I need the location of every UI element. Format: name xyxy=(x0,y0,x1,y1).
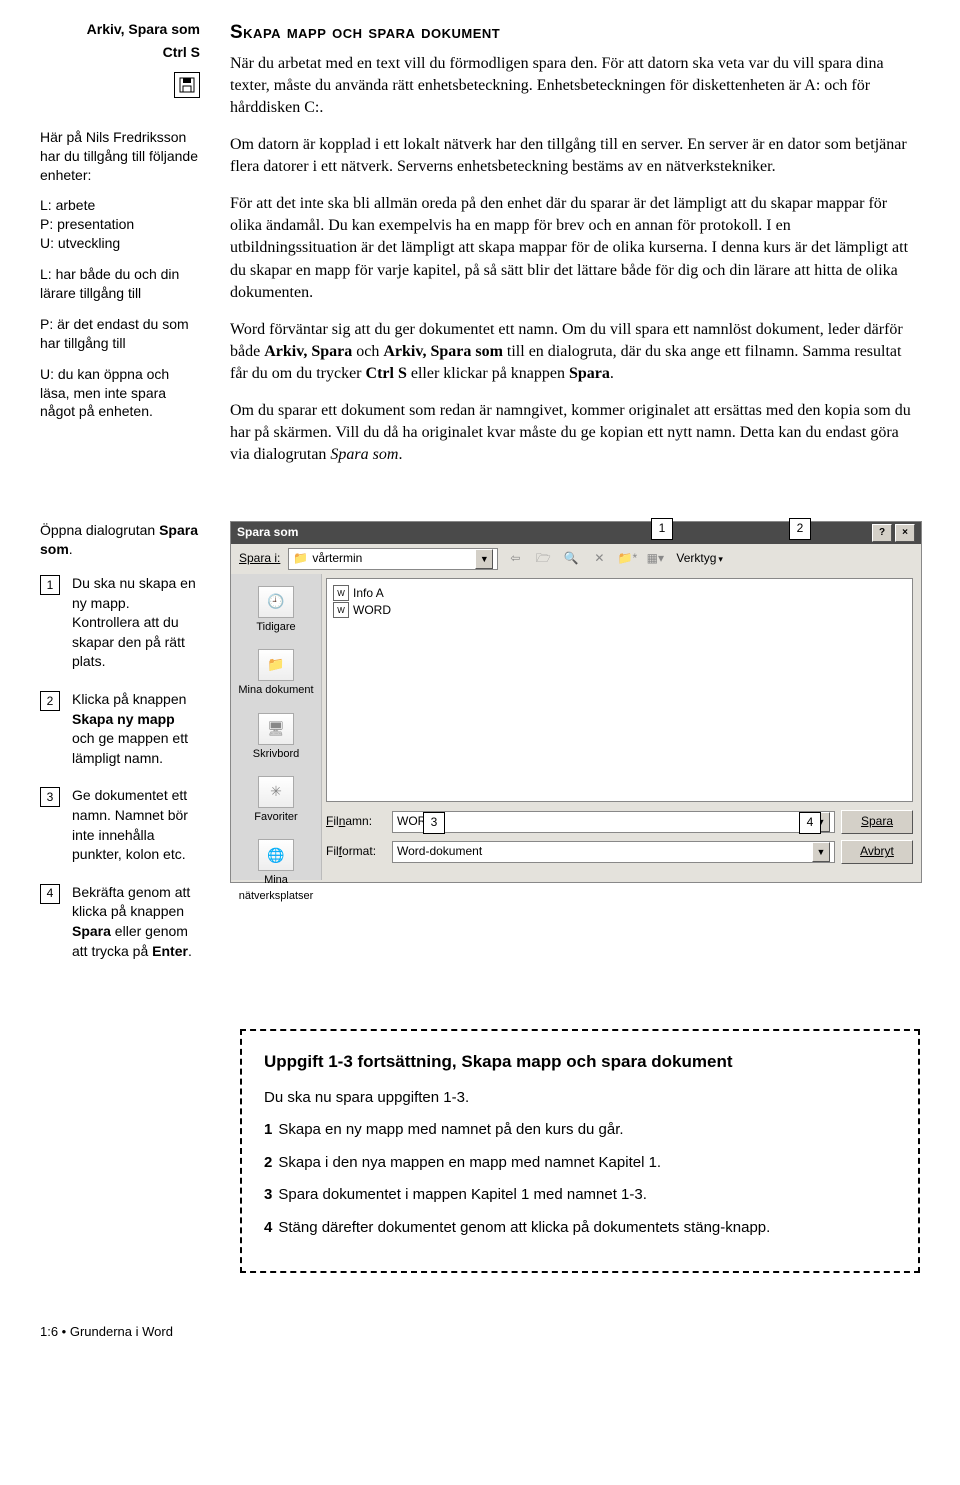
step-3: 3 Ge dokumentet ett namn. Namnet bör int… xyxy=(40,786,200,864)
side-drives: L: arbete P: presentation U: utveckling xyxy=(40,196,200,253)
history-icon: 🕘 xyxy=(258,586,294,618)
close-button[interactable]: × xyxy=(895,524,915,542)
step-number-3: 3 xyxy=(40,787,60,807)
main-text: Skapa mapp och spara dokument När du arb… xyxy=(230,20,920,481)
step-number-1: 1 xyxy=(40,575,60,595)
search-web-button[interactable]: 🔍 xyxy=(560,548,582,570)
dialog-title: Spara som xyxy=(237,524,298,541)
page-footer: 1:6 • Grunderna i Word xyxy=(40,1323,920,1341)
side-l-note: L: har både du och din lärare tillgång t… xyxy=(40,265,200,303)
step-4: 4 Bekräfta genom att klicka på knappen S… xyxy=(40,883,200,961)
list-item[interactable]: W Info A xyxy=(333,585,906,602)
sidebar-notes: Arkiv, Spara som Ctrl S Här på Nils Fred… xyxy=(40,20,200,481)
word-doc-icon: W xyxy=(333,602,349,618)
para-4: Word förväntar sig att du ger dokumentet… xyxy=(230,319,920,386)
side-u-note: U: du kan öppna och läsa, men inte spara… xyxy=(40,365,200,422)
delete-button[interactable]: ✕ xyxy=(588,548,610,570)
callout-4: 4 xyxy=(799,812,821,834)
para-1: När du arbetat med en text vill du förmo… xyxy=(230,53,920,120)
callout-3: 3 xyxy=(423,812,445,834)
place-network[interactable]: 🌐 Mina nätverksplatser xyxy=(236,835,316,912)
step-1: 1 Du ska nu skapa en ny mapp. Kontroller… xyxy=(40,574,200,672)
chevron-down-icon[interactable]: ▼ xyxy=(475,549,493,569)
back-button[interactable]: ⇦ xyxy=(504,548,526,570)
place-mydocs[interactable]: 📁 Mina dokument xyxy=(236,645,316,706)
desktop-icon: 🖥 xyxy=(258,713,294,745)
dialog-titlebar: Spara som ? × xyxy=(231,522,921,544)
section-heading: Skapa mapp och spara dokument xyxy=(230,20,920,47)
folder-icon: 📁 xyxy=(293,550,308,567)
para-5: Om du sparar ett dokument som redan är n… xyxy=(230,400,920,467)
para-3: För att det inte ska bli allmän oreda på… xyxy=(230,193,920,305)
network-icon: 🌐 xyxy=(258,839,294,871)
exercise-step-1: 1Skapa en ny mapp med namnet på den kurs… xyxy=(264,1119,896,1142)
step-2: 2 Klicka på knappen Skapa ny mapp och ge… xyxy=(40,690,200,768)
callout-2: 2 xyxy=(789,518,811,540)
exercise-step-3: 3Spara dokumentet i mappen Kapitel 1 med… xyxy=(264,1184,896,1207)
para-2: Om datorn är kopplad i ett lokalt nätver… xyxy=(230,134,920,179)
favorites-icon: ✳ xyxy=(258,776,294,808)
filename-input[interactable]: WORD ▼ xyxy=(392,811,835,833)
exercise-step-2: 2Skapa i den nya mappen en mapp med namn… xyxy=(264,1152,896,1175)
filename-label: Filnamn: xyxy=(326,813,386,830)
save-in-label: Spara i: xyxy=(239,550,280,567)
chevron-down-icon[interactable]: ▼ xyxy=(812,842,830,862)
places-bar: 🕘 Tidigare 📁 Mina dokument 🖥 Skrivbord ✳… xyxy=(231,574,322,880)
cancel-button[interactable]: Avbryt xyxy=(841,840,913,864)
mydocs-icon: 📁 xyxy=(258,649,294,681)
place-desktop[interactable]: 🖥 Skrivbord xyxy=(236,709,316,770)
views-button[interactable]: ▦▾ xyxy=(644,548,666,570)
exercise-step-4: 4Stäng därefter dokumentet genom att kli… xyxy=(264,1217,896,1240)
up-folder-button[interactable]: 🗁 xyxy=(532,548,554,570)
word-doc-icon: W xyxy=(333,585,349,601)
step-number-4: 4 xyxy=(40,884,60,904)
help-button[interactable]: ? xyxy=(872,524,892,542)
file-listing[interactable]: W Info A W WORD xyxy=(326,578,913,802)
save-in-combo[interactable]: 📁 vårtermin ▼ xyxy=(288,548,498,570)
save-as-dialog: Spara som ? × Spara i: 📁 vårtermin ▼ ⇦ 🗁… xyxy=(230,521,922,883)
new-folder-button[interactable]: 📁* xyxy=(616,548,638,570)
place-favorites[interactable]: ✳ Favoriter xyxy=(236,772,316,833)
fileformat-select[interactable]: Word-dokument ▼ xyxy=(392,841,835,863)
save-button[interactable]: Spara xyxy=(841,810,913,834)
step-list: Öppna dialogrutan Spara som. 1 Du ska nu… xyxy=(40,521,200,979)
exercise-title: Uppgift 1-3 fortsättning, Skapa mapp och… xyxy=(264,1049,896,1075)
place-history[interactable]: 🕘 Tidigare xyxy=(236,582,316,643)
step-number-2: 2 xyxy=(40,691,60,711)
list-item[interactable]: W WORD xyxy=(333,602,906,619)
dialog-toolbar: Spara i: 📁 vårtermin ▼ ⇦ 🗁 🔍 ✕ 📁* ▦▾ Ver… xyxy=(231,544,921,574)
step-intro: Öppna dialogrutan Spara som. xyxy=(40,521,200,560)
exercise-intro: Du ska nu spara uppgiften 1-3. xyxy=(264,1087,896,1110)
fileformat-label: Filformat: xyxy=(326,843,386,860)
menu-path: Arkiv, Spara som xyxy=(40,20,200,39)
exercise-box: Uppgift 1-3 fortsättning, Skapa mapp och… xyxy=(240,1029,920,1273)
shortcut-label: Ctrl S xyxy=(40,43,200,62)
side-intro: Här på Nils Fredriksson har du tillgång … xyxy=(40,128,200,185)
tools-menu[interactable]: Verktyg▾ xyxy=(672,548,727,570)
save-icon xyxy=(174,72,200,98)
callout-1: 1 xyxy=(651,518,673,540)
side-p-note: P: är det endast du som har tillgång til… xyxy=(40,315,200,353)
